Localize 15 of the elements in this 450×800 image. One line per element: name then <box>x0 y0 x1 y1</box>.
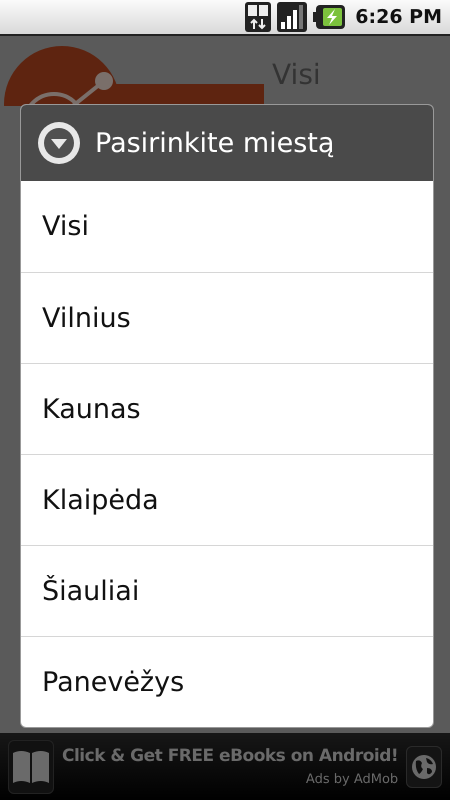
dialog-title: Pasirinkite miestą <box>95 128 334 158</box>
city-option[interactable]: Visi <box>21 181 433 272</box>
city-option[interactable]: Kaunas <box>21 363 433 454</box>
ad-banner[interactable]: Click & Get FREE eBooks on Android! Ads by AdMob <box>0 733 450 800</box>
city-option[interactable]: Panevėžys <box>21 636 433 727</box>
dropdown-circle-icon <box>37 121 81 165</box>
ad-text: Click & Get FREE eBooks on Android! <box>62 746 398 766</box>
city-option[interactable]: Vilnius <box>21 272 433 363</box>
clock-time: 6:26 PM <box>355 6 442 28</box>
book-icon <box>8 740 54 794</box>
ad-attribution: Ads by AdMob <box>306 772 398 787</box>
globe-icon[interactable] <box>406 746 442 788</box>
battery-charging-icon <box>313 5 346 29</box>
city-option[interactable]: Šiauliai <box>21 545 433 636</box>
city-option[interactable]: Klaipėda <box>21 454 433 545</box>
